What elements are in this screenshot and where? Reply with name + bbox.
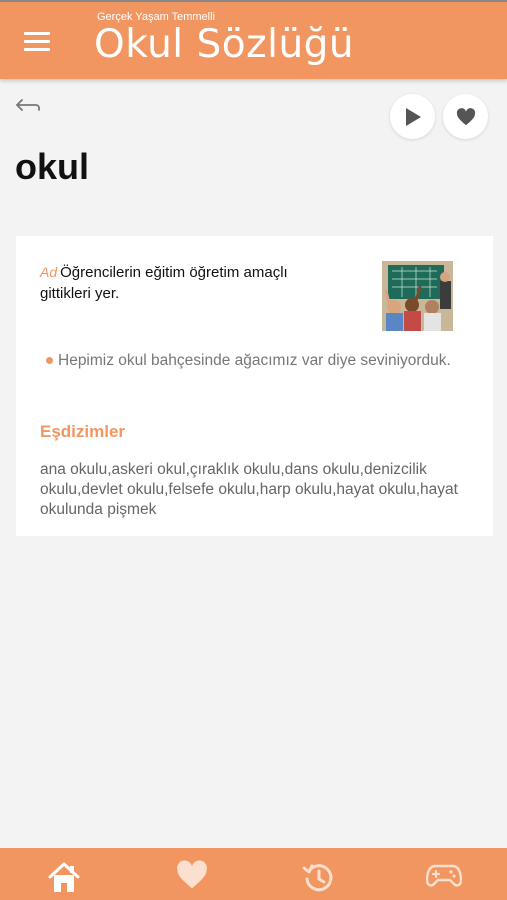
app-title: Okul Sözlüğü [94,22,355,67]
nav-home-tab[interactable] [44,860,84,900]
play-pronunciation-button[interactable] [390,94,435,139]
gamepad-icon [426,864,462,887]
definition-card: Ad Öğrencilerin eğitim öğretim amaçlı git… [16,236,493,536]
definition: Ad Öğrencilerin eğitim öğretim amaçlı git… [40,262,340,304]
heart-icon [456,107,475,125]
part-of-speech-tag: Ad [40,264,58,280]
app-header: Gerçek Yaşam Temmelli Okul Sözlüğü [0,2,507,79]
example-text: Hepimiz okul bahçesinde ağacımız var diy… [58,352,451,369]
add-favorite-button[interactable] [443,94,488,139]
heart-icon [177,860,207,889]
nav-game-tab[interactable] [424,860,464,900]
play-icon [405,107,421,126]
hamburger-menu-icon[interactable] [24,32,50,52]
back-arrow-icon[interactable] [14,96,42,118]
word-title: okul [15,146,90,187]
nav-history-tab[interactable] [298,860,338,900]
home-icon [48,862,80,892]
collocations-list: ana okulu,askeri okul,çıraklık okulu,dan… [40,461,458,518]
bottom-navigation [0,848,507,900]
history-icon [302,864,333,892]
classroom-image [382,261,453,331]
nav-favorites-tab[interactable] [172,860,212,900]
definition-text: Öğrencilerin eğitim öğretim amaçlı gitti… [40,264,288,302]
bullet-icon [46,357,53,365]
example-sentence: Hepimiz okul bahçesinde ağacımız var diy… [46,350,466,371]
collocations-heading: Eşdizimler [40,422,126,441]
